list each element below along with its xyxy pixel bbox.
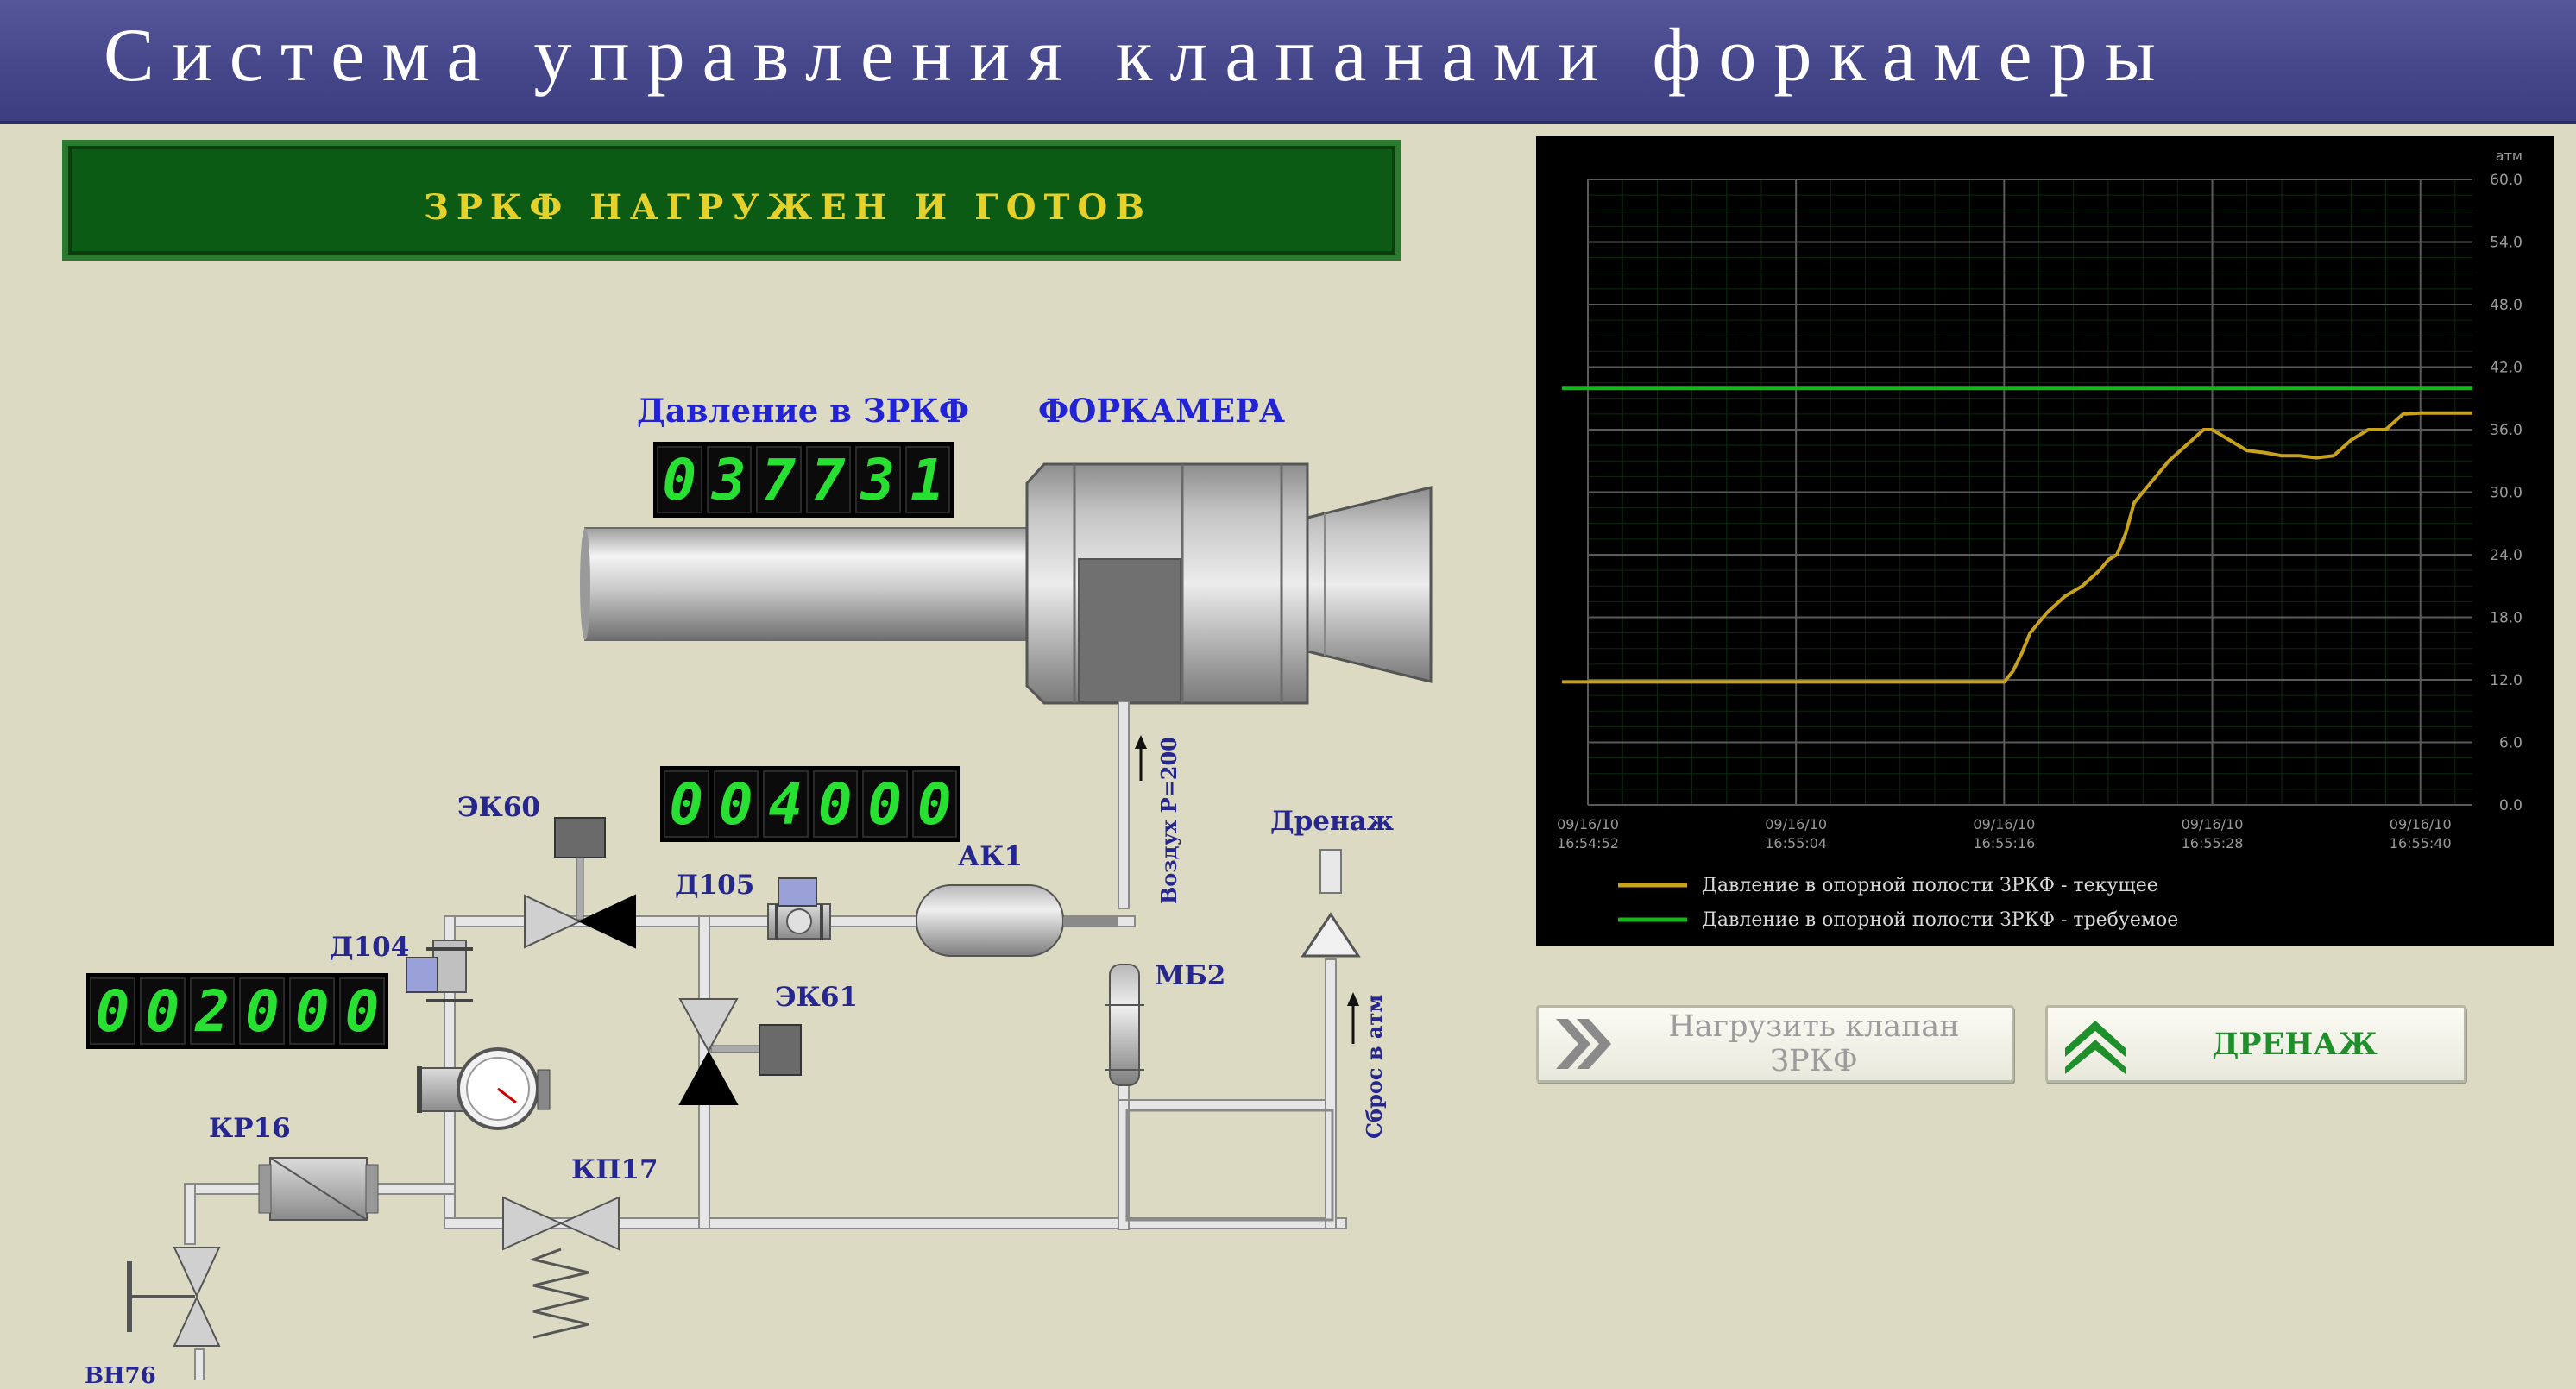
load-valve-button[interactable]: Нагрузить клапан ЗРКФ bbox=[1536, 1005, 2014, 1083]
tank-ak1 bbox=[916, 884, 1118, 957]
x-tick-date: 09/16/10 bbox=[2390, 816, 2452, 833]
drain-label: ДРЕНАЖ bbox=[2212, 1026, 2378, 1062]
y-tick-label: 6.0 bbox=[2499, 735, 2522, 752]
drain-button[interactable]: ДРЕНАЖ bbox=[2045, 1005, 2466, 1083]
process-diagram bbox=[127, 462, 1433, 1380]
x-tick-date: 09/16/10 bbox=[2182, 816, 2244, 833]
y-tick-label: 24.0 bbox=[2490, 547, 2522, 564]
digit: 0 bbox=[862, 770, 908, 838]
digit: 7 bbox=[756, 446, 802, 513]
load-valve-label: Нагрузить клапан ЗРКФ bbox=[1668, 1009, 1960, 1078]
label-ak1: АК1 bbox=[958, 841, 1023, 872]
label-air-supply: Воздух Р=200 bbox=[1156, 737, 1181, 904]
digit: 0 bbox=[911, 770, 957, 838]
legend-label: Давление в опорной полости ЗРКФ - текуще… bbox=[1702, 875, 2158, 896]
reducer-kr16 bbox=[258, 1157, 379, 1221]
digit: 0 bbox=[657, 446, 702, 513]
sensor-d104 bbox=[406, 940, 473, 1002]
digit: 4 bbox=[763, 770, 809, 838]
label-d104: Д104 bbox=[330, 932, 410, 963]
label-mb2: МБ2 bbox=[1155, 960, 1226, 991]
digit: 7 bbox=[805, 446, 851, 513]
label-d105: Д105 bbox=[675, 870, 755, 901]
label-drain: Дренаж bbox=[1270, 806, 1395, 837]
pressure-chart: 0.0 6.0 12.0 18.0 24.0 30.0 36.0 42.0 48.0 54.0 60… bbox=[1536, 136, 2554, 946]
label-ek60: ЭК60 bbox=[457, 792, 540, 823]
filter-mb2 bbox=[1105, 964, 1144, 1086]
y-tick-label: 42.0 bbox=[2490, 360, 2522, 377]
y-tick-label: 36.0 bbox=[2490, 422, 2522, 439]
pressure-display: 0 3 7 7 3 1 bbox=[653, 442, 954, 518]
pressure-gauge bbox=[417, 1047, 551, 1130]
y-tick-label: 12.0 bbox=[2490, 672, 2522, 689]
y-tick-label: 30.0 bbox=[2490, 485, 2522, 502]
double-chevron-up-icon bbox=[2065, 1021, 2126, 1074]
digit: 0 bbox=[289, 977, 336, 1045]
forkamera-label: ФОРКАМЕРА bbox=[1038, 392, 1286, 430]
drain-nozzle bbox=[1301, 849, 1361, 958]
main-pipe bbox=[580, 527, 1035, 641]
x-tick-time: 16:55:16 bbox=[1973, 835, 2035, 852]
y-tick-label: 60.0 bbox=[2490, 172, 2522, 189]
x-tick-time: 16:54:52 bbox=[1557, 835, 1619, 852]
label-vn76: ВН76 bbox=[85, 1363, 156, 1389]
label-ek61: ЭК61 bbox=[775, 982, 858, 1013]
y-tick-label: 0.0 bbox=[2499, 797, 2522, 814]
chart-canvas: 0.0 6.0 12.0 18.0 24.0 30.0 36.0 42.0 48.0 54.0 60… bbox=[1557, 148, 2522, 931]
mid-display: 0 0 4 0 0 0 bbox=[660, 766, 960, 842]
x-tick-time: 16:55:04 bbox=[1765, 835, 1827, 852]
double-chevron-right-icon bbox=[1556, 1019, 1611, 1069]
legend-label: Давление в опорной полости ЗРКФ - требуе… bbox=[1702, 909, 2178, 931]
x-tick-time: 16:55:28 bbox=[2182, 835, 2244, 852]
label-kr16: КР16 bbox=[209, 1113, 291, 1144]
digit: 3 bbox=[855, 446, 901, 513]
air-supply-pipe bbox=[1118, 701, 1147, 909]
x-tick-date: 09/16/10 bbox=[1973, 816, 2035, 833]
x-tick-date: 09/16/10 bbox=[1765, 816, 1827, 833]
vent-arrow bbox=[1347, 992, 1359, 1044]
sensor-d105 bbox=[767, 877, 831, 940]
y-unit-label: атм bbox=[2496, 148, 2522, 164]
label-kp17: КП17 bbox=[571, 1154, 658, 1185]
digit: 2 bbox=[189, 977, 236, 1045]
digit: 0 bbox=[812, 770, 858, 838]
x-tick-time: 16:55:40 bbox=[2390, 835, 2452, 852]
digit: 1 bbox=[904, 446, 950, 513]
digit: 0 bbox=[139, 977, 186, 1045]
forkamera-chamber bbox=[1025, 462, 1433, 705]
y-tick-label: 54.0 bbox=[2490, 235, 2522, 252]
pressure-label: Давление в ЗРКФ bbox=[637, 392, 970, 430]
digit: 0 bbox=[713, 770, 759, 838]
valve-ek60[interactable] bbox=[524, 817, 636, 949]
digit: 0 bbox=[339, 977, 385, 1045]
digit: 0 bbox=[239, 977, 286, 1045]
digit: 0 bbox=[664, 770, 709, 838]
left-display: 0 0 2 0 0 0 bbox=[86, 973, 388, 1049]
label-vent: Сброс в атм bbox=[1362, 994, 1387, 1139]
y-tick-label: 48.0 bbox=[2490, 297, 2522, 314]
y-tick-label: 18.0 bbox=[2490, 610, 2522, 627]
x-tick-date: 09/16/10 bbox=[1557, 816, 1619, 833]
valve-vn76[interactable] bbox=[127, 1247, 221, 1347]
return-loop bbox=[1125, 1109, 1334, 1222]
digit: 0 bbox=[90, 977, 135, 1045]
digit: 3 bbox=[706, 446, 752, 513]
